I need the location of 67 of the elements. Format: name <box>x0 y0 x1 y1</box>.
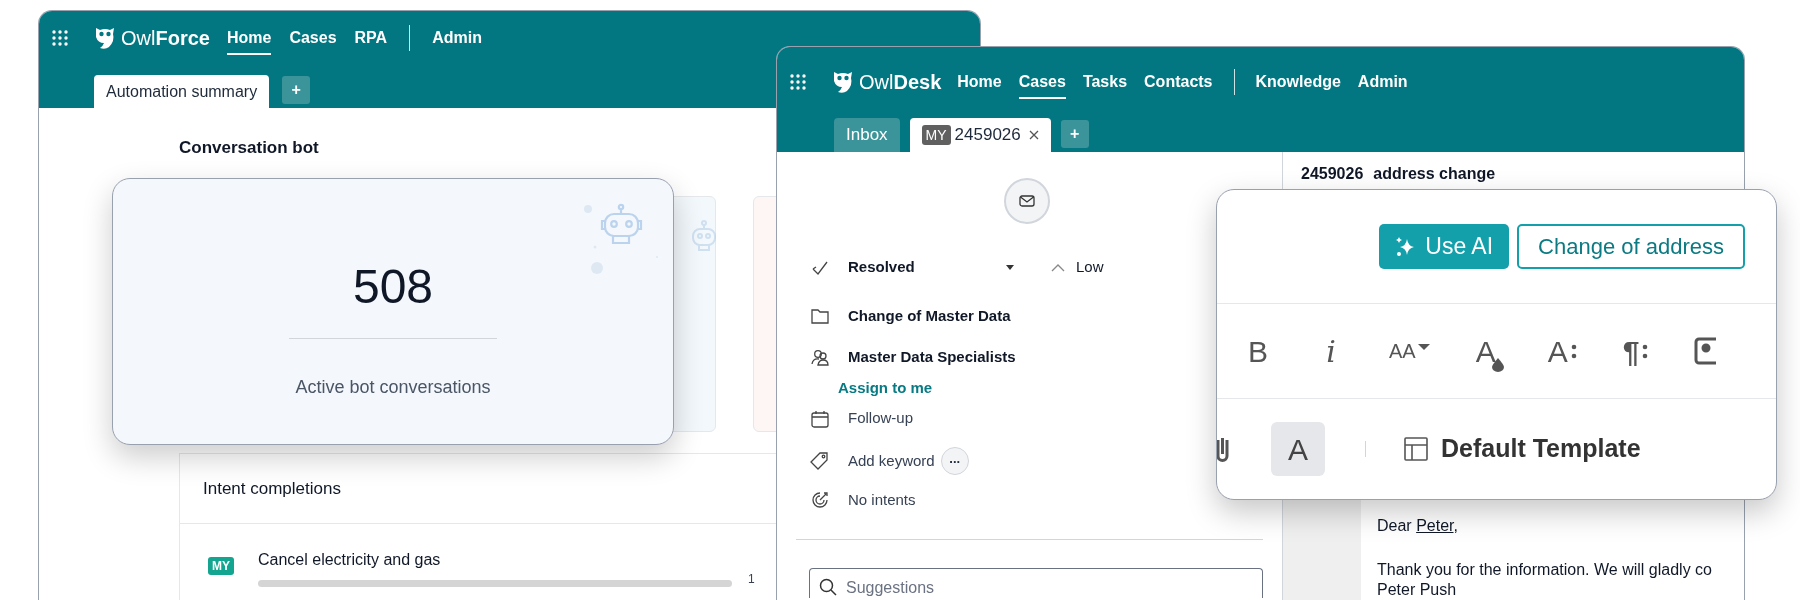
text-style-button[interactable]: A <box>1547 328 1577 374</box>
nav-link[interactable]: Home <box>957 65 1002 99</box>
font-color-button[interactable]: A <box>1475 328 1502 374</box>
app-grid-icon[interactable] <box>52 30 68 46</box>
dropdown-caret-icon[interactable] <box>1006 265 1014 271</box>
greeting-line: Dear Peter, <box>1377 516 1459 536</box>
intent-name: Cancel electricity and gas <box>258 550 442 570</box>
font-size-button[interactable]: AA <box>1389 336 1430 366</box>
stat-value: 508 <box>352 259 434 315</box>
nav-link[interactable]: Tasks <box>1082 65 1128 99</box>
intent-icon <box>810 489 830 510</box>
case-subject: address change <box>1373 164 1496 184</box>
paragraph-button[interactable]: ¶ <box>1622 328 1649 374</box>
priority-value[interactable]: Low <box>1076 256 1104 279</box>
nav-link[interactable]: RPA <box>354 21 388 55</box>
caret-icon <box>1417 344 1430 350</box>
assign-to-me-link[interactable]: Assign to me <box>838 376 933 400</box>
suggestions-search-field[interactable]: Suggestions <box>809 568 1263 599</box>
calendar-icon <box>810 408 830 429</box>
nav-link[interactable]: Contacts <box>1144 65 1213 99</box>
case-id: 2459026 <box>1301 164 1364 184</box>
italic-button[interactable]: i <box>1319 328 1343 374</box>
image-icon[interactable] <box>1694 337 1717 365</box>
robot-icon <box>689 220 719 254</box>
tab-label: 2459026 <box>954 124 1021 147</box>
template-icon <box>1404 437 1428 461</box>
stat-label: Active bot conversations <box>295 376 491 399</box>
section-title: Conversation bot <box>179 137 319 159</box>
email-text-line: Thank you for the information. We will gladly co <box>1377 560 1713 580</box>
nav-link[interactable]: Admin <box>432 21 482 55</box>
template-chip[interactable]: Change of address <box>1517 224 1745 269</box>
add-keyword-field[interactable]: Add keyword <box>848 450 935 473</box>
tab[interactable]: Inbox <box>834 118 900 152</box>
bold-button[interactable]: B <box>1243 328 1273 374</box>
add-tab-button[interactable]: + <box>282 76 311 104</box>
add-tab-button[interactable]: + <box>1060 120 1089 148</box>
mine-badge: MY <box>921 125 951 145</box>
nav-link[interactable]: Cases <box>289 21 337 55</box>
nav-link[interactable]: Admin <box>1357 65 1408 99</box>
intent-count: 1 <box>748 571 755 588</box>
nav-link[interactable]: Home <box>226 21 272 55</box>
nav-link[interactable]: Cases <box>1018 65 1066 99</box>
tab-label: Inbox <box>846 124 888 147</box>
more-button[interactable]: ... <box>940 447 969 476</box>
owl-logo-icon <box>832 69 854 95</box>
nav-link[interactable]: Knowledge <box>1255 65 1341 99</box>
owl-logo-icon <box>94 25 116 51</box>
close-icon[interactable] <box>1028 130 1039 140</box>
mine-badge: MY <box>208 557 234 575</box>
app-grid-icon[interactable] <box>790 74 806 90</box>
app-name: OwlForce <box>121 26 210 51</box>
team-value[interactable]: Master Data Specialists <box>848 345 1016 369</box>
email-channel-icon <box>1003 178 1050 224</box>
status-value[interactable]: Resolved <box>848 256 1006 279</box>
category-value[interactable]: Change of Master Data <box>848 304 1011 328</box>
search-icon <box>819 578 837 597</box>
tab[interactable]: MY 2459026 <box>909 118 1051 152</box>
follow-up-field[interactable]: Follow-up <box>848 407 914 430</box>
template-selector[interactable]: Default Template <box>1441 430 1641 468</box>
email-text-line: Peter Push <box>1377 580 1458 600</box>
chevron-up-icon <box>1051 263 1065 272</box>
tag-icon <box>810 451 830 472</box>
intents-value: No intents <box>848 489 916 510</box>
people-icon <box>810 347 830 367</box>
app-name: OwlDesk <box>859 70 942 95</box>
tab[interactable]: Automation summary <box>94 75 270 108</box>
text-format-button[interactable]: A <box>1271 422 1325 476</box>
